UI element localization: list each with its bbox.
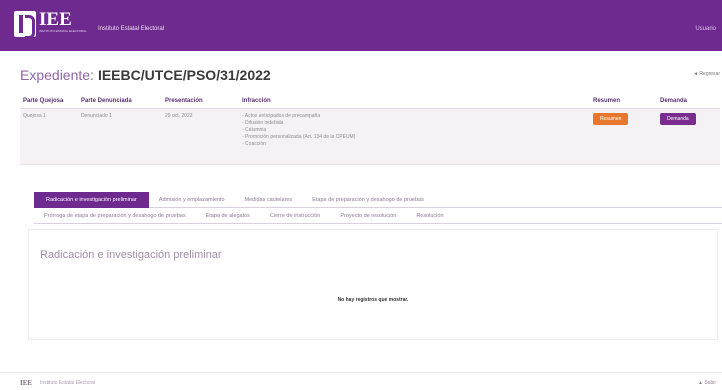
cell-denunciada: Denunciado 1 xyxy=(81,113,112,119)
infraccion-item: - Actos anticipados de precampaña xyxy=(242,113,321,119)
panel-title: Radicación e investigación preliminar xyxy=(40,249,222,261)
brand-name: Instituto Estatal Electoral xyxy=(98,26,165,32)
header-resumen: Resumen xyxy=(593,97,621,104)
cell-infraccion: - Actos anticipados de precampaña - Difu… xyxy=(242,113,593,164)
header-demanda: Demanda xyxy=(660,97,688,104)
expediente-number: IEEBC/UTCE/PSO/31/2022 xyxy=(97,67,271,83)
footer-text: Instituto Estatal Electoral xyxy=(40,380,96,386)
tab-alegatos[interactable]: Etapa de alegatos xyxy=(196,208,260,224)
logo-text: IEE INSTITUTO ESTATAL ELECTORAL xyxy=(39,9,87,33)
cell-resumen: Resumen xyxy=(593,113,660,164)
empty-state-message: No hay registros que mostrar. xyxy=(337,297,409,303)
user-menu-link[interactable]: Usuario xyxy=(695,26,716,32)
tab-radicacion[interactable]: Radicación e investigación preliminar xyxy=(34,191,149,208)
demanda-button[interactable]: Demanda xyxy=(660,113,696,125)
tab-etapa-pruebas[interactable]: Etapa de preparación y desahogo de prueb… xyxy=(302,192,434,208)
header-parte-quejosa: Parte Quejosa xyxy=(23,97,64,104)
infraccion-item: - Calumnia xyxy=(242,127,267,133)
back-link[interactable]: ◄ Regresar xyxy=(693,71,720,77)
tab-admision[interactable]: Admisión y emplazamiento xyxy=(149,192,235,208)
infraccion-item: - Coacción xyxy=(242,141,266,147)
tab-panel: Radicación e investigación preliminar No… xyxy=(28,229,718,340)
page-title: Expediente: IEEBC/UTCE/PSO/31/2022 xyxy=(20,67,271,83)
table-header: Parte Quejosa Parte Denunciada Presentac… xyxy=(20,93,720,109)
iee-logo-icon xyxy=(14,11,36,39)
header-infraccion: Infracción xyxy=(242,97,271,104)
tab-medidas-cautelares[interactable]: Medidas cautelares xyxy=(235,192,303,208)
expediente-table: Parte Quejosa Parte Denunciada Presentac… xyxy=(20,93,720,165)
infraccion-item: - Promoción personalizada (Art. 134 de l… xyxy=(242,134,356,140)
infraccion-item: - Difusión indebida xyxy=(242,120,284,126)
tab-row-1: Radicación e investigación preliminar Ad… xyxy=(34,191,722,208)
expediente-title-row: Expediente: IEEBC/UTCE/PSO/31/2022 ◄ Regr… xyxy=(20,67,722,85)
footer: IEE Instituto Estatal Electoral ▲ Subir xyxy=(0,372,722,390)
tab-proyecto-resolucion[interactable]: Proyecto de resolución xyxy=(330,208,406,224)
iee-logo[interactable]: IEE INSTITUTO ESTATAL ELECTORAL xyxy=(14,9,87,39)
cell-presentacion: 29 oct. 2022 xyxy=(165,113,193,119)
scroll-top-link[interactable]: ▲ Subir xyxy=(698,380,716,386)
resumen-button[interactable]: Resumen xyxy=(593,113,629,125)
header-presentacion: Presentación xyxy=(165,97,203,104)
table-row: Quejosa 1 Denunciado 1 29 oct. 2022 - Ac… xyxy=(20,109,720,165)
footer-logo: IEE xyxy=(20,379,33,387)
logo-subtitle: INSTITUTO ESTATAL ELECTORAL xyxy=(39,29,87,33)
tab-cierre-instruccion[interactable]: Cierre de instrucción xyxy=(260,208,330,224)
process-tabs: Radicación e investigación preliminar Ad… xyxy=(34,191,722,224)
cell-quejosa: Quejosa 1 xyxy=(23,113,46,119)
infraccion-list: - Actos anticipados de precampaña - Difu… xyxy=(242,113,593,148)
tab-row-2: Prórroga de etapa de preparación y desah… xyxy=(34,208,722,224)
tab-resolucion[interactable]: Resolución xyxy=(406,208,453,224)
expediente-label: Expediente: xyxy=(20,67,94,83)
tab-prorroga[interactable]: Prórroga de etapa de preparación y desah… xyxy=(34,208,196,224)
header-parte-denunciada: Parte Denunciada xyxy=(81,97,132,104)
top-navbar: IEE INSTITUTO ESTATAL ELECTORAL Institut… xyxy=(0,0,722,51)
cell-demanda: Demanda xyxy=(660,113,720,164)
